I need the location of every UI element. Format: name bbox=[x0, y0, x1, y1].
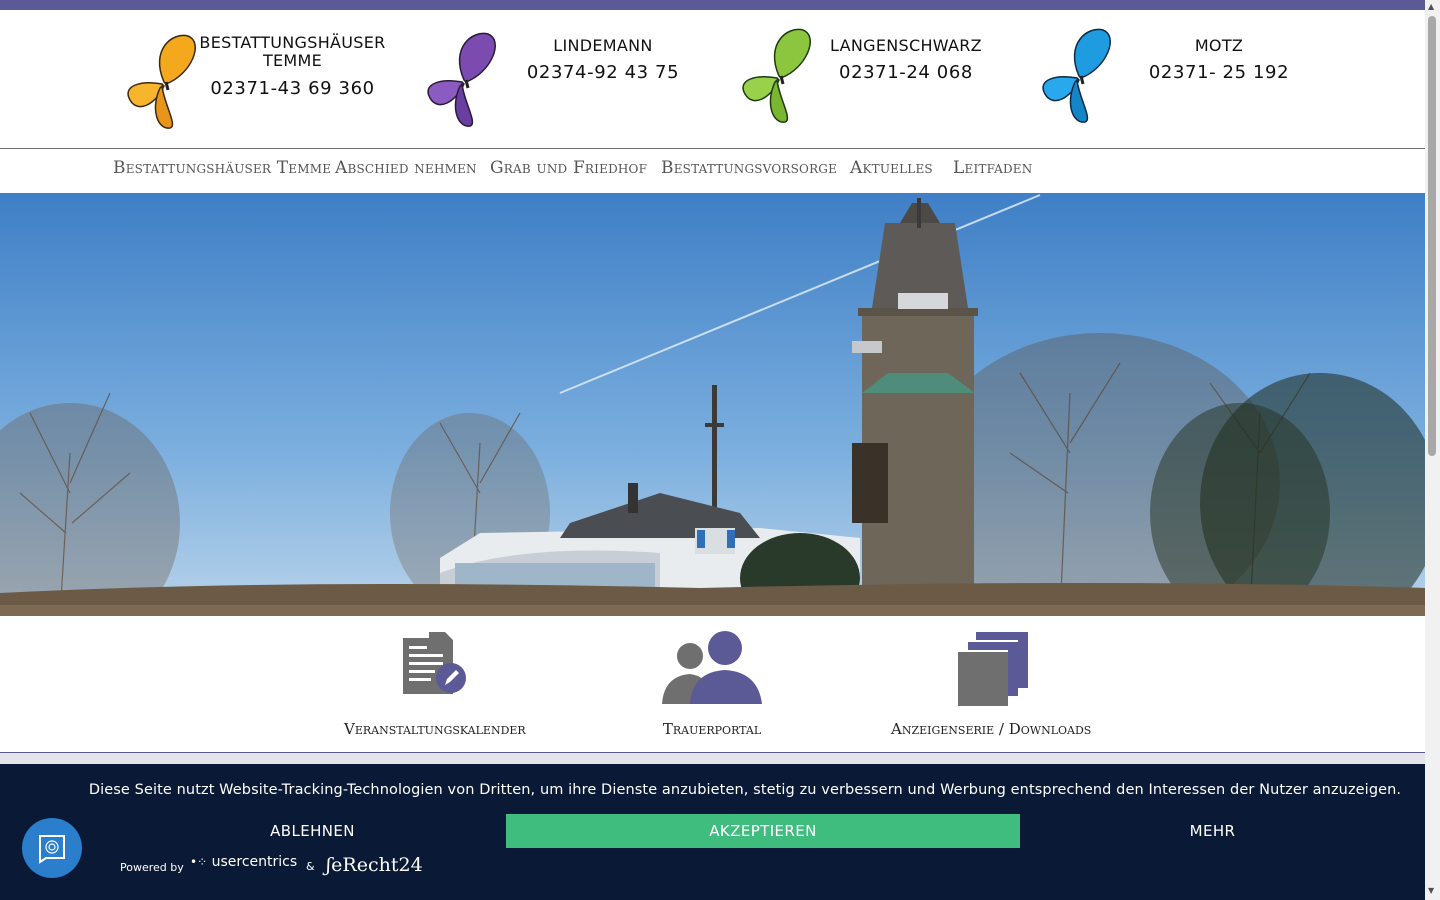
document-edit-icon bbox=[403, 632, 466, 694]
nav-item-abschied[interactable]: Abschied nehmen bbox=[335, 149, 477, 187]
brand-name: LINDEMANN bbox=[553, 36, 653, 55]
brand-phone[interactable]: 02374-92 43 75 bbox=[508, 62, 698, 83]
brand-langenschwarz[interactable]: LANGENSCHWARZ 02371-24 068 bbox=[730, 10, 1030, 148]
green-butterfly-icon bbox=[742, 28, 811, 123]
orange-butterfly-icon bbox=[127, 34, 196, 129]
feature-trauerportal[interactable]: Trauerportal bbox=[622, 616, 802, 748]
feature-anzeigenserie-downloads[interactable]: Anzeigenserie / Downloads bbox=[891, 616, 1091, 748]
page-scrollbar[interactable]: ▲ ▼ bbox=[1425, 0, 1440, 900]
accept-button[interactable]: AKZEPTIEREN bbox=[506, 814, 1020, 848]
powered-by-label: Powered by bbox=[120, 861, 184, 874]
usercentrics-label: usercentrics bbox=[211, 854, 298, 870]
purple-butterfly-icon bbox=[427, 32, 496, 127]
brand-phone[interactable]: 02371-24 068 bbox=[816, 62, 996, 83]
usercentrics-logo[interactable]: •⁘ usercentrics bbox=[190, 854, 297, 870]
decline-button[interactable]: ABLEHNEN bbox=[120, 814, 505, 848]
erecht24-logo[interactable]: ʃeRecht24 bbox=[326, 854, 423, 876]
feature-label: Trauerportal bbox=[662, 720, 762, 738]
usercentrics-dots-icon: •⁘ bbox=[190, 855, 208, 869]
privacy-settings-button[interactable] bbox=[22, 818, 82, 878]
nav-item-temme[interactable]: Bestattungshäuser Temme bbox=[113, 149, 331, 187]
blue-butterfly-icon bbox=[1042, 28, 1111, 123]
brand-name: LANGENSCHWARZ bbox=[830, 36, 982, 55]
feature-label: Veranstaltungskalender bbox=[344, 720, 526, 738]
fingerprint-icon bbox=[39, 835, 65, 864]
nav-item-vorsorge[interactable]: Bestattungsvorsorge bbox=[661, 149, 837, 187]
cookie-text: Diese Seite nutzt Website-Tracking-Techn… bbox=[88, 782, 1402, 798]
feature-veranstaltungskalender[interactable]: Veranstaltungskalender bbox=[344, 616, 526, 748]
scroll-up-icon[interactable]: ▲ bbox=[1428, 2, 1434, 11]
scroll-down-icon[interactable]: ▼ bbox=[1428, 886, 1434, 895]
scroll-thumb[interactable] bbox=[1428, 16, 1436, 456]
cookie-banner: Diese Seite nutzt Website-Tracking-Techn… bbox=[0, 764, 1425, 900]
stacked-pages-icon bbox=[956, 632, 1028, 706]
brand-phone[interactable]: 02371-43 69 360 bbox=[195, 78, 390, 99]
brand-motz[interactable]: MOTZ 02371- 25 192 bbox=[1030, 10, 1330, 148]
brand-name: MOTZ bbox=[1194, 36, 1244, 55]
ampersand: & bbox=[306, 860, 315, 873]
nav-item-aktuelles[interactable]: Aktuelles bbox=[850, 149, 933, 187]
brand-phone[interactable]: 02371- 25 192 bbox=[1139, 62, 1299, 83]
main-nav: Bestattungshäuser Temme Abschied nehmen … bbox=[0, 149, 1425, 193]
more-button[interactable]: MEHR bbox=[1020, 814, 1405, 848]
brand-name: BESTATTUNGSHÄUSER TEMME bbox=[199, 33, 386, 70]
top-accent-bar bbox=[0, 0, 1425, 10]
nav-item-leitfaden[interactable]: Leitfaden bbox=[953, 149, 1032, 187]
erecht24-label: eRecht24 bbox=[331, 854, 423, 876]
hero-image bbox=[0, 193, 1425, 616]
brand-lindemann[interactable]: LINDEMANN 02374-92 43 75 bbox=[415, 10, 705, 148]
header: BESTATTUNGSHÄUSER TEMME 02371-43 69 360 L… bbox=[0, 10, 1425, 148]
nav-item-grab[interactable]: Grab und Friedhof bbox=[490, 149, 647, 187]
brand-temme[interactable]: BESTATTUNGSHÄUSER TEMME 02371-43 69 360 bbox=[115, 10, 405, 148]
feature-label: Anzeigenserie / Downloads bbox=[891, 720, 1092, 738]
people-icon bbox=[662, 631, 762, 704]
